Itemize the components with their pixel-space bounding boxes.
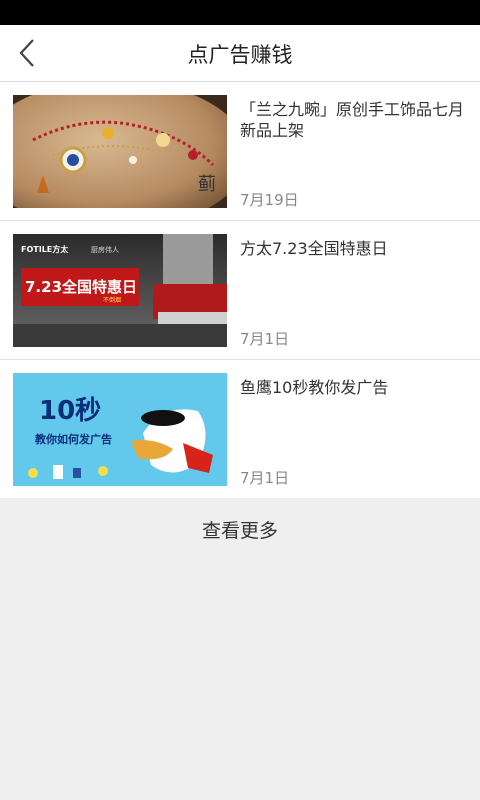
page-title: 点广告赚钱 xyxy=(187,43,293,67)
promo-sub-text: 不倒烟 xyxy=(103,296,121,304)
promo-text: 7.23全国特惠日 xyxy=(25,278,137,296)
app-header: 点广告赚钱 xyxy=(0,25,480,82)
item-date: 7月19日 xyxy=(240,191,299,209)
jewelry-thumbnail: 蓟 xyxy=(13,95,227,208)
item-date: 7月1日 xyxy=(240,330,290,348)
osprey-thumbnail: 10秒 教你如何发广告 xyxy=(13,373,227,486)
view-more-button[interactable]: 查看更多 xyxy=(0,498,480,564)
item-title: 方太7.23全国特惠日 xyxy=(240,239,388,258)
list-item[interactable]: 10秒 教你如何发广告 鱼鹰10秒教你发广告 7月1日 xyxy=(0,360,480,498)
brand-text: FOTILE方太 xyxy=(21,244,69,254)
svg-text:蓟: 蓟 xyxy=(198,174,216,195)
big-text: 10秒 xyxy=(39,396,101,426)
item-title: 「兰之九畹」原创手工饰品七月新品上架 xyxy=(240,100,465,140)
sub-text: 教你如何发广告 xyxy=(34,432,112,446)
slogan-text: 厨房伟人 xyxy=(91,245,119,254)
ad-list: 蓟 「兰之九畹」原创手工饰品七月新品上架 7月19日 FOTILE方太 厨房伟人… xyxy=(0,82,480,498)
status-bar xyxy=(0,0,480,25)
item-title: 鱼鹰10秒教你发广告 xyxy=(240,378,389,397)
list-item[interactable]: FOTILE方太 厨房伟人 7.23全国特惠日 不倒烟 方太7.23全国特惠日 … xyxy=(0,221,480,360)
list-item[interactable]: 蓟 「兰之九畹」原创手工饰品七月新品上架 7月19日 xyxy=(0,82,480,221)
item-date: 7月1日 xyxy=(240,469,290,487)
fotile-thumbnail: FOTILE方太 厨房伟人 7.23全国特惠日 不倒烟 xyxy=(13,234,227,347)
